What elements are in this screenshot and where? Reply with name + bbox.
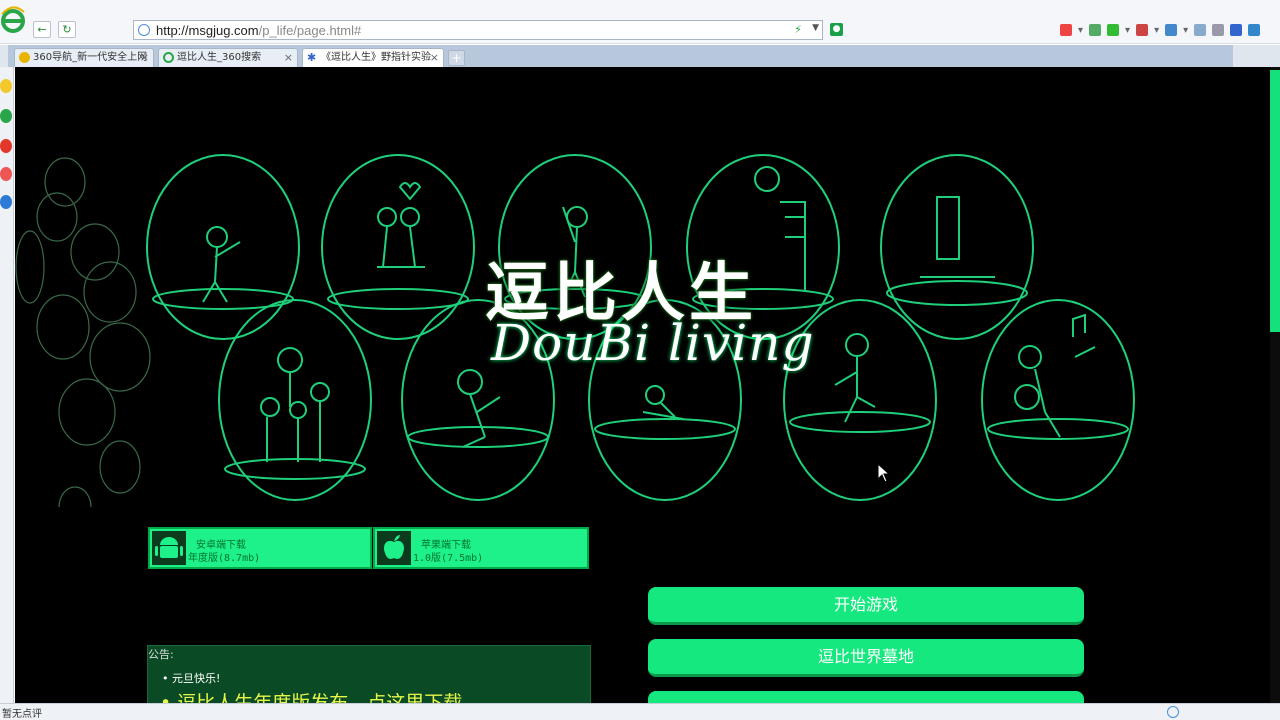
back-button[interactable]: ← bbox=[33, 21, 51, 38]
globe-icon bbox=[138, 24, 150, 36]
announcement-download-link[interactable]: • 逗比人生年度版发布，点这里下载 bbox=[160, 688, 462, 703]
dropdown-icon[interactable]: ▾ bbox=[1183, 25, 1188, 36]
tab-label: 360导航_新一代安全上网 bbox=[33, 52, 148, 63]
android-download-button[interactable]: 安卓端下载 年度版(8.7mb) bbox=[148, 527, 372, 569]
game-logo-english: DouBi living bbox=[491, 314, 815, 372]
status-text: 暂无点评 bbox=[2, 709, 42, 720]
new-tab-button[interactable]: + bbox=[448, 50, 465, 66]
mouse-cursor-icon bbox=[877, 463, 891, 483]
scrollbar-thumb[interactable] bbox=[1270, 70, 1280, 332]
announcement-title: 公告: bbox=[148, 648, 174, 661]
settings-icon[interactable] bbox=[1212, 24, 1225, 36]
tab-game-page[interactable]: ✱ 《逗比人生》野指针实验 × bbox=[302, 48, 444, 67]
tab-label: 《逗比人生》野指针实验 bbox=[321, 52, 431, 63]
favicon-page-icon: ✱ bbox=[307, 51, 317, 64]
tab-search[interactable]: 逗比人生_360搜索 × bbox=[158, 48, 298, 67]
weibo-icon[interactable] bbox=[0, 139, 12, 153]
mail-sidebar-icon[interactable] bbox=[0, 195, 12, 209]
ios-download-version: 1.0版(7.5mb) bbox=[413, 553, 484, 564]
android-icon bbox=[152, 531, 186, 565]
address-dropdown-icon[interactable]: ▼ bbox=[812, 23, 819, 33]
apple-icon bbox=[377, 531, 411, 565]
search-icon[interactable] bbox=[1248, 24, 1261, 36]
graveyard-button[interactable]: 逗比世界墓地 bbox=[648, 639, 1084, 677]
shield-icon[interactable] bbox=[1107, 24, 1120, 36]
address-url[interactable]: http://msgjug.com/p_life/page.html# bbox=[156, 23, 361, 38]
start-game-button[interactable]: 开始游戏 bbox=[648, 587, 1084, 625]
page-content: 逗比人生 DouBi living 安卓端下载 年度版(8.7mb) 苹果端下载… bbox=[15, 67, 1270, 703]
browser-logo-icon[interactable] bbox=[0, 4, 26, 34]
android-download-version: 年度版(8.7mb) bbox=[188, 553, 261, 564]
speed-mode-icon[interactable]: ⚡ bbox=[794, 23, 802, 36]
tab-label: 逗比人生_360搜索 bbox=[177, 52, 262, 63]
dropdown-icon[interactable]: ▾ bbox=[1125, 25, 1130, 36]
close-icon[interactable]: × bbox=[430, 49, 439, 66]
favicon-search-icon bbox=[163, 52, 174, 63]
refresh-button[interactable]: ↻ bbox=[58, 21, 76, 38]
ios-download-button[interactable]: 苹果端下载 1.0版(7.5mb) bbox=[373, 527, 589, 569]
announcement-panel: 公告: • 元旦快乐! • 逗比人生年度版发布，点这里下载 bbox=[147, 645, 591, 703]
dropdown-icon[interactable]: ▾ bbox=[1154, 25, 1159, 36]
phone-icon[interactable] bbox=[1194, 24, 1207, 36]
favorites-star-icon[interactable] bbox=[0, 79, 12, 93]
tab-strip: 360导航_新一代安全上网 × 逗比人生_360搜索 × ✱ 《逗比人生》野指针… bbox=[0, 45, 1280, 67]
url-path: /p_life/page.html# bbox=[258, 23, 362, 38]
address-bar[interactable]: http://msgjug.com/p_life/page.html# ⚡ ▼ bbox=[133, 20, 823, 40]
favicon-360-icon bbox=[19, 52, 30, 63]
left-sidebar bbox=[0, 67, 14, 703]
dropdown-icon[interactable]: ▾ bbox=[1078, 25, 1083, 36]
translate-icon[interactable] bbox=[1165, 24, 1178, 36]
toolbar-icons: ▾ ▾ ▾ ▾ bbox=[1060, 22, 1272, 38]
search-go-icon[interactable]: ● bbox=[830, 23, 843, 36]
media-icon[interactable] bbox=[1089, 24, 1102, 36]
status-browser-icon[interactable] bbox=[1167, 706, 1179, 718]
status-bar: 暂无点评 bbox=[0, 703, 1280, 720]
browser-toolbar: ← ↻ http://msgjug.com/p_life/page.html# … bbox=[0, 0, 1280, 44]
qq-icon[interactable] bbox=[0, 167, 12, 181]
third-menu-button[interactable] bbox=[648, 691, 1084, 703]
close-icon[interactable]: × bbox=[284, 49, 293, 66]
url-host: http://msgjug.com bbox=[156, 23, 259, 38]
announcement-item: • 元旦快乐! bbox=[162, 672, 221, 685]
mail-icon[interactable] bbox=[1136, 24, 1149, 36]
close-icon[interactable]: × bbox=[140, 49, 149, 66]
tab-360-nav[interactable]: 360导航_新一代安全上网 × bbox=[14, 48, 154, 67]
apps-icon[interactable] bbox=[1060, 24, 1072, 36]
key-icon[interactable] bbox=[1230, 24, 1243, 36]
chat-icon[interactable] bbox=[0, 109, 12, 123]
